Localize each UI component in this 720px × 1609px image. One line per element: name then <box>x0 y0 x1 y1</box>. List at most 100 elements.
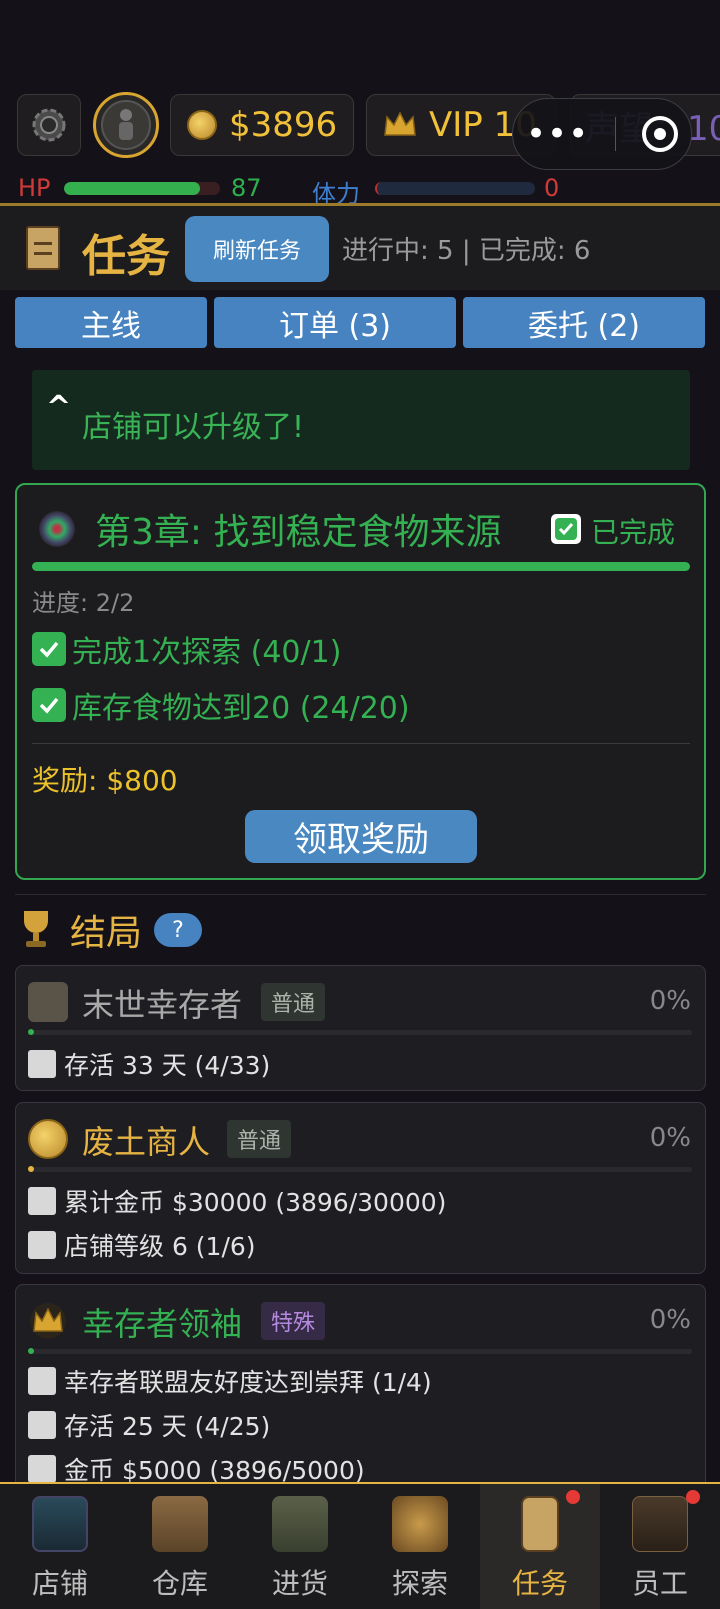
staff-icon <box>632 1496 688 1552</box>
crown-icon <box>384 111 416 136</box>
settings-button[interactable] <box>17 94 81 156</box>
requirement-item: 店铺等级 6 (1/6) <box>28 1227 256 1263</box>
endings-header: 结局 ? <box>22 904 203 956</box>
requirement-text: 存活 33 天 (4/33) <box>64 1051 271 1080</box>
crown-icon <box>28 1301 68 1341</box>
page-title: 任务 <box>82 231 170 282</box>
unchecked-box-icon <box>28 1050 56 1078</box>
notification-dot <box>566 1490 580 1504</box>
bottom-navigation: 店铺 仓库 进货 探索 任务 员工 <box>0 1482 720 1609</box>
hp-value: 87 <box>231 174 262 202</box>
objective-text: 完成1次探索 (40/1) <box>72 635 342 670</box>
ending-title: 废土商人 <box>82 1123 211 1161</box>
ending-progress-fill <box>28 1166 34 1172</box>
nav-shop[interactable]: 店铺 <box>0 1484 120 1609</box>
nav-label: 进货 <box>271 1567 328 1600</box>
warehouse-icon <box>152 1496 208 1552</box>
section-divider <box>15 894 706 895</box>
notice-text: 店铺可以升级了! <box>82 410 305 445</box>
ending-card[interactable]: 末世幸存者 普通 0% 存活 33 天 (4/33) <box>15 965 706 1091</box>
nav-staff[interactable]: 员工 <box>600 1484 720 1609</box>
nav-label: 员工 <box>631 1567 688 1600</box>
requirement-item: 存活 25 天 (4/25) <box>28 1407 270 1443</box>
chapter-title: 第3章: 找到稳定食物来源 <box>95 512 502 553</box>
requirement-text: 累计金币 $30000 (3896/30000) <box>64 1188 447 1217</box>
tab-main[interactable]: 主线 <box>15 297 207 348</box>
stamina-bar <box>375 182 535 195</box>
nav-warehouse[interactable]: 仓库 <box>120 1484 240 1609</box>
survivor-icon <box>101 100 151 150</box>
more-options-button[interactable]: ••• <box>526 114 589 154</box>
money-display[interactable]: $3896 <box>170 94 354 156</box>
objective-item: 库存食物达到20 (24/20) <box>32 683 410 727</box>
task-tabs: 主线 订单 (3) 委托 (2) <box>0 297 720 349</box>
nav-quests[interactable]: 任务 <box>480 1484 600 1609</box>
coin-icon <box>187 110 217 140</box>
nav-label: 店铺 <box>31 1567 88 1600</box>
ruins-icon <box>28 982 68 1022</box>
money-value: $3896 <box>229 105 338 145</box>
help-button[interactable]: ? <box>154 913 203 947</box>
unchecked-box-icon <box>28 1187 56 1215</box>
player-avatar[interactable] <box>93 92 159 158</box>
check-icon <box>32 688 66 722</box>
claim-reward-button[interactable]: 领取奖励 <box>245 810 477 863</box>
notification-dot <box>686 1490 700 1504</box>
refresh-tasks-button[interactable]: 刷新任务 <box>185 216 329 282</box>
skull-coin-icon <box>28 1119 68 1159</box>
hp-bar <box>64 182 220 195</box>
nav-purchase[interactable]: 进货 <box>240 1484 360 1609</box>
ending-card[interactable]: 幸存者领袖 特殊 0% 幸存者联盟友好度达到崇拜 (1/4) 存活 25 天 (… <box>15 1284 706 1494</box>
player-stats: HP 87 体力 0 <box>0 172 720 208</box>
unchecked-box-icon <box>28 1367 56 1395</box>
close-target-button[interactable] <box>642 116 679 152</box>
chapter-progress-bar <box>32 562 690 571</box>
quest-scroll-icon <box>26 226 60 270</box>
quest-icon <box>521 1496 559 1552</box>
ending-progress-fill <box>28 1348 34 1354</box>
trophy-icon <box>22 911 50 949</box>
chapter-reward: 奖励: $800 <box>32 764 178 797</box>
endings-title: 结局 <box>70 913 143 954</box>
chapter-progress-text: 进度: 2/2 <box>32 589 135 617</box>
task-progress-summary: 进行中: 5 | 已完成: 6 <box>342 236 591 266</box>
chapter-emblem-icon <box>39 511 75 547</box>
ending-progress-bar <box>28 1166 692 1172</box>
nav-explore[interactable]: 探索 <box>360 1484 480 1609</box>
nav-label: 探索 <box>391 1567 448 1600</box>
unchecked-box-icon <box>28 1411 56 1439</box>
ending-progress-bar <box>28 1348 692 1354</box>
check-icon <box>32 632 66 666</box>
page-header: 任务 刷新任务 进行中: 5 | 已完成: 6 <box>0 206 720 290</box>
ending-title: 幸存者领袖 <box>82 1305 243 1343</box>
truck-icon <box>272 1496 328 1552</box>
tab-commissions[interactable]: 委托 (2) <box>463 297 705 348</box>
rarity-badge: 普通 <box>227 1120 292 1158</box>
mini-program-capsule: ••• <box>512 98 692 170</box>
upgrade-notice[interactable]: ^ 店铺可以升级了! <box>32 370 690 470</box>
collapse-caret-icon[interactable]: ^ <box>46 390 71 425</box>
hp-label: HP <box>18 174 51 202</box>
nav-label: 任务 <box>511 1567 568 1600</box>
rarity-badge: 普通 <box>261 983 326 1021</box>
hp-bar-fill <box>64 182 200 195</box>
unchecked-box-icon <box>28 1455 56 1483</box>
objective-text: 库存食物达到20 (24/20) <box>72 691 410 726</box>
ending-card[interactable]: 废土商人 普通 0% 累计金币 $30000 (3896/30000) 店铺等级… <box>15 1102 706 1274</box>
requirement-item: 幸存者联盟友好度达到崇拜 (1/4) <box>28 1363 432 1399</box>
completed-check-icon <box>551 514 581 544</box>
requirement-text: 幸存者联盟友好度达到崇拜 (1/4) <box>64 1368 432 1397</box>
objective-item: 完成1次探索 (40/1) <box>32 627 341 671</box>
capsule-divider <box>615 117 617 151</box>
requirement-text: 存活 25 天 (4/25) <box>64 1412 271 1441</box>
tab-orders[interactable]: 订单 (3) <box>214 297 456 348</box>
ending-title: 末世幸存者 <box>82 986 243 1024</box>
requirement-text: 店铺等级 6 (1/6) <box>64 1232 256 1261</box>
nav-label: 仓库 <box>151 1567 208 1600</box>
unchecked-box-icon <box>28 1231 56 1259</box>
requirement-item: 累计金币 $30000 (3896/30000) <box>28 1183 446 1219</box>
rarity-badge: 特殊 <box>261 1302 326 1340</box>
ending-percent: 0% <box>649 986 691 1016</box>
gear-icon <box>32 108 66 142</box>
ending-progress-bar <box>28 1029 692 1035</box>
